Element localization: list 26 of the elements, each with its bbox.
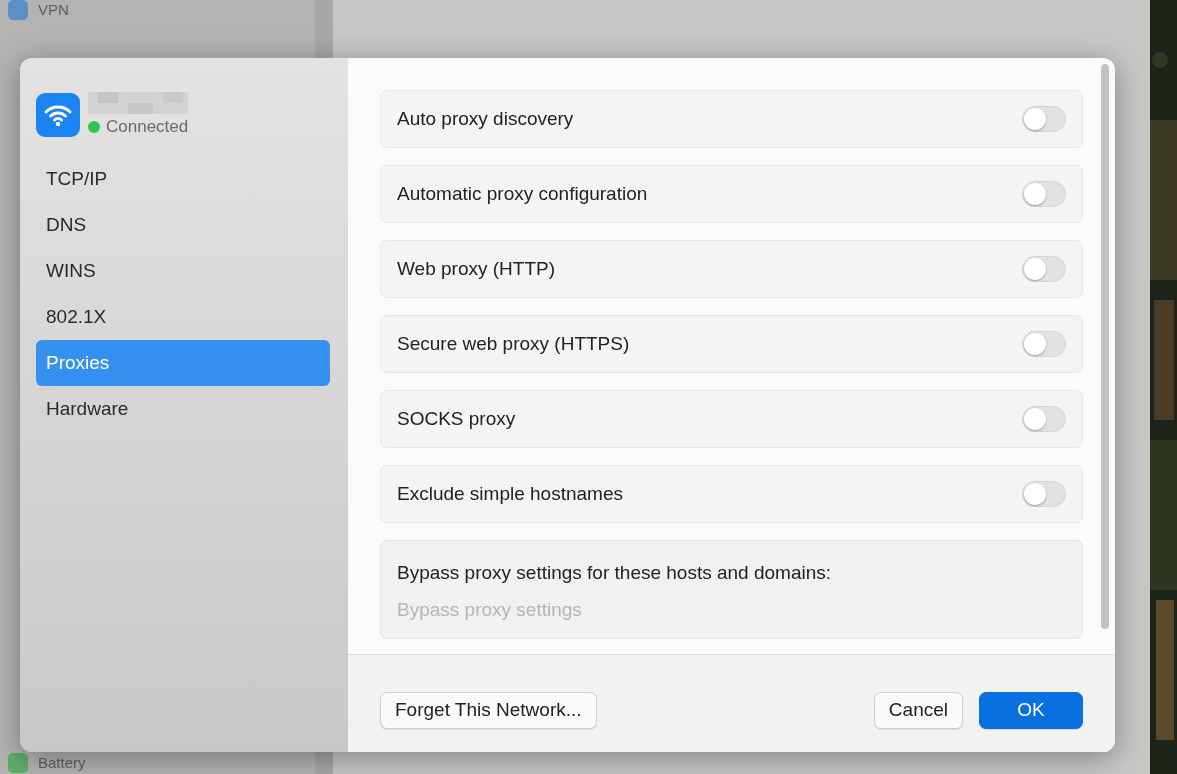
sidebar-item[interactable]: 802.1X	[36, 293, 330, 340]
bypass-field[interactable]: Bypass proxy settings for these hosts and domains: Bypass proxy settings	[380, 540, 1083, 639]
forget-network-button[interactable]: Forget This Network...	[380, 692, 597, 729]
scrollbar[interactable]	[1101, 64, 1109, 629]
sidebar-item[interactable]: DNS	[36, 201, 330, 248]
toggle-switch[interactable]	[1022, 256, 1066, 282]
bypass-label: Bypass proxy settings for these hosts and domains:	[397, 561, 833, 585]
setting-label: Exclude simple hostnames	[397, 481, 623, 506]
bypass-input[interactable]: Bypass proxy settings	[397, 595, 1066, 624]
setting-label: SOCKS proxy	[397, 406, 516, 431]
sidebar-item[interactable]: TCP/IP	[36, 155, 330, 202]
setting-label: Automatic proxy configuration	[397, 181, 648, 206]
toggle-switch[interactable]	[1022, 406, 1066, 432]
connection-status: Connected	[106, 116, 189, 138]
sidebar-item[interactable]: WINS	[36, 247, 330, 294]
setting-label: Web proxy (HTTP)	[397, 256, 555, 281]
toggle-switch[interactable]	[1022, 181, 1066, 207]
setting-label: Auto proxy discovery	[397, 106, 574, 131]
toggle-switch[interactable]	[1022, 481, 1066, 507]
toggle-switch[interactable]	[1022, 331, 1066, 357]
cancel-button[interactable]: Cancel	[873, 692, 963, 729]
wifi-icon	[36, 92, 80, 137]
sidebar-item[interactable]: Hardware	[36, 385, 330, 432]
ok-button[interactable]: OK	[979, 692, 1083, 729]
toggle-switch[interactable]	[1022, 106, 1066, 132]
setting-label: Secure web proxy (HTTPS)	[397, 331, 630, 356]
